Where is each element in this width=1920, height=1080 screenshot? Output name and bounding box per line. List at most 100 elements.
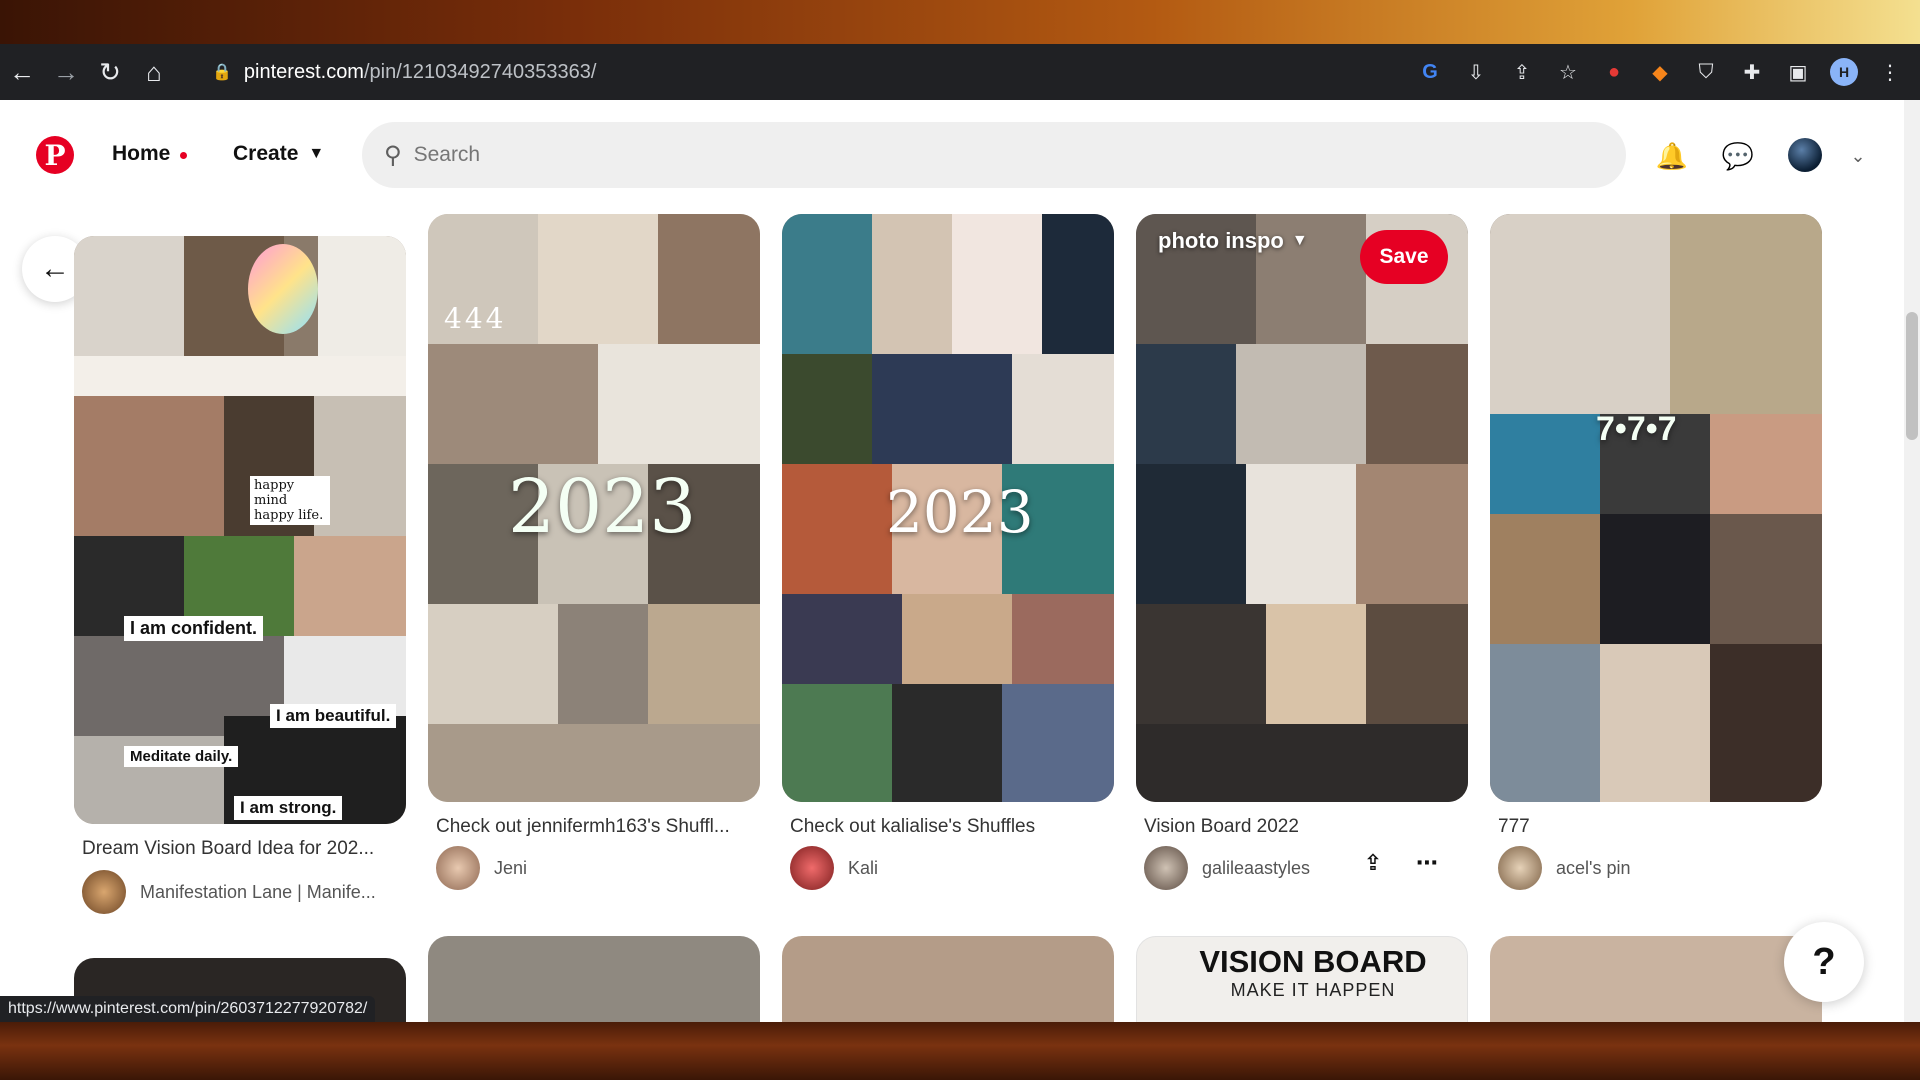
lock-icon: 🔒 <box>212 64 232 81</box>
collage-tile <box>1366 604 1468 724</box>
bell-icon[interactable]: 🔔 <box>1650 134 1694 178</box>
pin-author[interactable]: Jeni <box>436 846 527 890</box>
collage-tile <box>902 594 1012 684</box>
affirmation-text: I am strong. <box>234 796 343 820</box>
pin-image: happy mind happy life. I am confident. I… <box>74 236 406 824</box>
author-avatar <box>1144 846 1188 890</box>
pin-card[interactable]: 2023 <box>782 214 1114 802</box>
collage-tile <box>1246 464 1356 604</box>
pin-card[interactable] <box>1490 936 1822 1022</box>
more-options-button[interactable]: ⋯ <box>1404 840 1450 886</box>
extension-red-icon[interactable]: ● <box>1594 52 1634 92</box>
shield-icon[interactable]: ⛉ <box>1686 52 1726 92</box>
browser-toolbar: ← → ↻ ⌂ 🔒 pinterest.com /pin/12103492740… <box>0 44 1920 100</box>
collage-tile <box>74 236 184 356</box>
google-icon[interactable]: G <box>1410 52 1450 92</box>
collage-tile <box>598 344 760 464</box>
back-arrow-icon: ← <box>40 252 70 285</box>
pin-caption[interactable]: Dream Vision Board Idea for 202... <box>82 838 412 860</box>
nav-create[interactable]: Create ▼ <box>233 142 324 166</box>
share-icon[interactable]: ⇪ <box>1502 52 1542 92</box>
pin-caption[interactable]: Check out kalialise's Shuffles <box>790 816 1120 838</box>
board-selector[interactable]: photo inspo ▼ <box>1158 228 1308 254</box>
search-bar[interactable]: ⚲ <box>362 122 1626 188</box>
pin-author[interactable]: Kali <box>790 846 878 890</box>
author-name: Jeni <box>494 857 528 878</box>
forward-arrow-icon[interactable]: → <box>44 50 88 94</box>
pin-card[interactable]: happy mind happy life. I am confident. I… <box>74 236 406 824</box>
pin-image: 444 2023 <box>428 214 760 802</box>
save-button[interactable]: Save <box>1360 230 1448 284</box>
address-bar[interactable]: 🔒 pinterest.com /pin/12103492740353363/ <box>196 52 1400 92</box>
nav-home[interactable]: Home <box>112 142 170 166</box>
pinterest-logo-icon[interactable]: P <box>36 136 74 174</box>
profile-initial-icon: H <box>1830 58 1858 86</box>
affirmation-text: I am beautiful. <box>270 704 397 728</box>
collage-tile <box>1710 514 1822 644</box>
collage-tile <box>1136 344 1236 464</box>
back-arrow-icon[interactable]: ← <box>0 50 44 94</box>
collage-tile <box>1136 724 1468 802</box>
help-button[interactable]: ? <box>1784 922 1864 1002</box>
affirmation-text: happy mind happy life. <box>250 476 330 525</box>
pin-overlay-text: 2023 <box>886 478 1034 546</box>
install-icon[interactable]: ⇩ <box>1456 52 1496 92</box>
search-icon: ⚲ <box>384 141 402 169</box>
pin-author[interactable]: Manifestation Lane | Manife... <box>82 870 376 914</box>
pin-caption[interactable]: 777 <box>1498 816 1828 838</box>
messages-icon[interactable]: 💬 <box>1716 134 1760 178</box>
url-path: /pin/12103492740353363/ <box>363 60 597 83</box>
side-panel-icon[interactable]: ▣ <box>1778 52 1818 92</box>
collage-tile <box>1710 414 1822 514</box>
menu-dots-icon[interactable]: ⋮ <box>1870 52 1910 92</box>
pin-card[interactable] <box>428 936 760 1022</box>
author-avatar <box>82 870 126 914</box>
upload-icon: ⇪ <box>1363 850 1383 875</box>
collage-tile <box>782 214 872 354</box>
collage-tile <box>1490 414 1600 514</box>
pin-card[interactable] <box>782 936 1114 1022</box>
collage-tile <box>1490 514 1600 644</box>
collage-tile <box>872 214 952 354</box>
vision-board-title: VISION BOARD <box>1199 944 1427 979</box>
pin-card[interactable]: 444 2023 <box>428 214 760 802</box>
pinterest-page: P Home Create ▼ ⚲ 🔔 💬 ⌄ ← <box>0 100 1920 1022</box>
collage-tile <box>1266 604 1366 724</box>
author-avatar <box>436 846 480 890</box>
collage-tile <box>782 684 892 802</box>
scrollbar[interactable] <box>1904 100 1920 1022</box>
share-button[interactable]: ⇪ <box>1350 840 1396 886</box>
home-icon[interactable]: ⌂ <box>132 50 176 94</box>
pin-card[interactable]: 7•7•7 <box>1490 214 1822 802</box>
pin-caption[interactable]: Vision Board 2022 <box>1144 816 1474 838</box>
scrollbar-thumb[interactable] <box>1906 312 1918 440</box>
chevron-down-icon: ▼ <box>308 145 325 162</box>
puzzle-icon[interactable]: ✚ <box>1732 52 1772 92</box>
pin-image: 7•7•7 <box>1490 214 1822 802</box>
account-chevron-down-icon[interactable]: ⌄ <box>1836 134 1880 178</box>
collage-tile <box>294 536 406 636</box>
notification-dot <box>180 152 187 159</box>
vision-board-subtitle: MAKE IT HAPPEN <box>1230 980 1396 1000</box>
collage-tile <box>872 354 1012 464</box>
search-input[interactable] <box>413 143 1564 167</box>
pin-author[interactable]: galileaastyles <box>1144 846 1310 890</box>
collage-tile <box>428 344 598 464</box>
pin-author[interactable]: acel's pin <box>1498 846 1630 890</box>
pin-caption[interactable]: Check out jennifermh163's Shuffl... <box>436 816 766 838</box>
collage-tile <box>1236 344 1366 464</box>
affirmation-text: Meditate daily. <box>124 746 239 767</box>
bottom-backdrop <box>0 1022 1920 1080</box>
board-name: photo inspo <box>1158 228 1284 253</box>
author-avatar <box>790 846 834 890</box>
bookmark-star-icon[interactable]: ☆ <box>1548 52 1588 92</box>
pin-card[interactable] <box>1136 214 1468 802</box>
profile-avatar[interactable]: H <box>1824 52 1864 92</box>
chevron-down-icon: ▼ <box>1291 232 1308 249</box>
collage-tile <box>1366 344 1468 464</box>
extension-fox-icon[interactable]: ◆ <box>1640 52 1680 92</box>
pin-number-text: 444 <box>444 302 507 335</box>
reload-icon[interactable]: ↻ <box>88 50 132 94</box>
user-avatar[interactable] <box>1788 138 1822 172</box>
site-header: P Home Create ▼ ⚲ 🔔 💬 ⌄ <box>0 100 1904 214</box>
